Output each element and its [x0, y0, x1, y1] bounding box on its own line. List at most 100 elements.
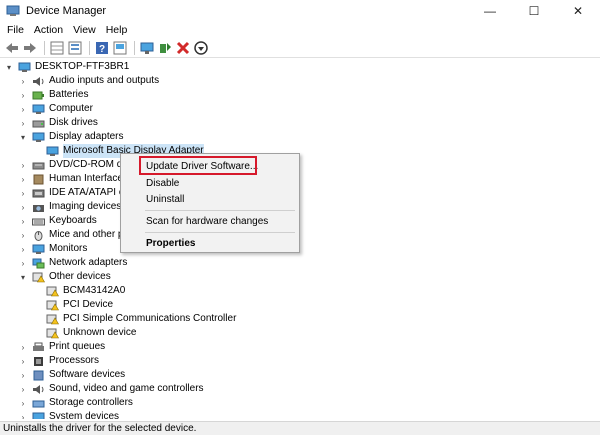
scan-icon[interactable] — [112, 40, 128, 56]
menu-action[interactable]: Action — [29, 24, 68, 36]
warning-device-icon — [32, 272, 46, 283]
properties-grid-icon[interactable] — [49, 40, 65, 56]
printer-icon — [32, 342, 45, 353]
device-tree: ▾ DESKTOP-FTF3BR1 › Audio inputs and out… — [0, 59, 600, 419]
monitor-icon — [32, 244, 45, 255]
keyboard-icon — [32, 216, 45, 227]
chevron-right-icon[interactable]: › — [18, 88, 28, 102]
maximize-button[interactable]: ☐ — [512, 0, 556, 22]
battery-icon — [32, 90, 45, 101]
chevron-right-icon[interactable]: › — [18, 116, 28, 130]
context-menu-scan[interactable]: Scan for hardware changes — [121, 213, 299, 230]
menu-view[interactable]: View — [68, 24, 101, 36]
tree-item-processors[interactable]: › Processors — [18, 354, 99, 368]
tree-item-monitors[interactable]: › Monitors — [18, 242, 88, 256]
tree-item-dvd[interactable]: › DVD/CD-ROM dri — [18, 158, 128, 172]
chevron-down-icon[interactable]: ▾ — [18, 270, 28, 284]
tree-item-sound-video-game[interactable]: › Sound, video and game controllers — [18, 382, 204, 396]
chevron-right-icon[interactable]: › — [18, 102, 28, 116]
tree-item-system-devices[interactable]: › System devices — [18, 410, 119, 419]
tree-item-print-queues[interactable]: › Print queues — [18, 340, 106, 354]
highlight-box — [139, 156, 257, 175]
chevron-down-icon[interactable]: ▾ — [18, 130, 28, 144]
menu-file[interactable]: File — [0, 24, 29, 36]
chevron-down-icon[interactable]: ▾ — [4, 60, 14, 74]
tree-item-ide[interactable]: › IDE ATA/ATAPI co — [18, 186, 130, 200]
minimize-button[interactable]: — — [468, 0, 512, 22]
tree-item-disk-drives[interactable]: › Disk drives — [18, 116, 98, 130]
window-title: Device Manager — [26, 5, 107, 17]
tree-item-pci-device[interactable]: PCI Device — [46, 298, 113, 312]
help-icon[interactable]: ? — [94, 40, 110, 56]
tree-item-unknown-device[interactable]: Unknown device — [46, 326, 136, 340]
tree-item-batteries[interactable]: › Batteries — [18, 88, 89, 102]
chevron-right-icon[interactable]: › — [18, 200, 28, 214]
chevron-right-icon[interactable]: › — [18, 368, 28, 382]
computer-icon — [32, 104, 45, 115]
chevron-right-icon[interactable]: › — [18, 396, 28, 410]
tree-item-pci-simple-communications-controller[interactable]: PCI Simple Communications Controller — [46, 312, 236, 326]
chevron-right-icon[interactable]: › — [18, 228, 28, 242]
tree-item-other-devices[interactable]: ▾ Other devices — [18, 270, 111, 284]
toolbar-separator — [134, 40, 135, 55]
warning-device-icon — [46, 314, 60, 325]
context-menu-disable[interactable]: Disable — [121, 175, 299, 192]
warning-device-icon — [46, 300, 60, 311]
menu-help[interactable]: Help — [101, 24, 133, 36]
chevron-right-icon[interactable]: › — [18, 186, 28, 200]
context-menu-separator — [145, 232, 295, 233]
hid-icon — [32, 174, 45, 185]
system-icon — [32, 412, 45, 419]
tree-item-keyboards[interactable]: › Keyboards — [18, 214, 97, 228]
camera-icon — [32, 202, 45, 213]
context-menu-properties[interactable]: Properties — [121, 235, 299, 252]
update-driver-icon[interactable] — [157, 40, 173, 56]
context-menu-separator — [145, 210, 295, 211]
chevron-right-icon[interactable]: › — [18, 410, 28, 420]
warning-device-icon — [46, 286, 60, 297]
speaker-icon — [32, 76, 45, 87]
tree-item-audio[interactable]: › Audio inputs and outputs — [18, 74, 159, 88]
close-button[interactable]: ✕ — [556, 0, 600, 22]
chevron-right-icon[interactable]: › — [18, 340, 28, 354]
tree-item-bcm43142a0[interactable]: BCM43142A0 — [46, 284, 125, 298]
tree-root[interactable]: ▾ DESKTOP-FTF3BR1 — [4, 60, 129, 74]
chevron-right-icon[interactable]: › — [18, 214, 28, 228]
tree-item-imaging[interactable]: › Imaging devices — [18, 200, 122, 214]
tree-item-software-devices[interactable]: › Software devices — [18, 368, 125, 382]
display-icon — [32, 132, 45, 143]
chevron-right-icon[interactable]: › — [18, 256, 28, 270]
storage-icon — [32, 398, 45, 409]
tree-item-display-adapters[interactable]: ▾ Display adapters — [18, 130, 124, 144]
details-icon[interactable] — [67, 40, 83, 56]
context-menu: Update Driver Software... Disable Uninst… — [120, 153, 300, 253]
chevron-right-icon[interactable]: › — [18, 172, 28, 186]
chevron-right-icon[interactable]: › — [18, 74, 28, 88]
chevron-right-icon[interactable]: › — [18, 382, 28, 396]
tree-item-human-interface[interactable]: › Human Interface — [18, 172, 123, 186]
tree-item-mice[interactable]: › Mice and other po — [18, 228, 129, 242]
tree-item-computer[interactable]: › Computer — [18, 102, 93, 116]
monitor-icon[interactable] — [139, 40, 155, 56]
chevron-right-icon[interactable]: › — [18, 354, 28, 368]
toolbar-separator — [89, 40, 90, 55]
disk-icon — [32, 118, 45, 129]
chevron-right-icon[interactable]: › — [18, 242, 28, 256]
disable-icon[interactable] — [193, 40, 209, 56]
toolbar: ? — [0, 38, 600, 58]
mouse-icon — [32, 230, 45, 241]
display-icon — [46, 146, 59, 157]
back-icon[interactable] — [4, 40, 20, 56]
dvd-icon — [32, 160, 45, 171]
chevron-right-icon[interactable]: › — [18, 158, 28, 172]
tree-item-storage-controllers[interactable]: › Storage controllers — [18, 396, 133, 410]
device-manager-app-icon — [6, 5, 20, 17]
status-bar: Uninstalls the driver for the selected d… — [0, 421, 600, 435]
warning-device-icon — [46, 328, 60, 339]
forward-icon[interactable] — [22, 40, 38, 56]
speaker-icon — [32, 384, 45, 395]
uninstall-icon[interactable] — [175, 40, 191, 56]
context-menu-uninstall[interactable]: Uninstall — [121, 191, 299, 208]
tree-item-network-adapters[interactable]: › Network adapters — [18, 256, 127, 270]
processor-icon — [32, 356, 45, 367]
